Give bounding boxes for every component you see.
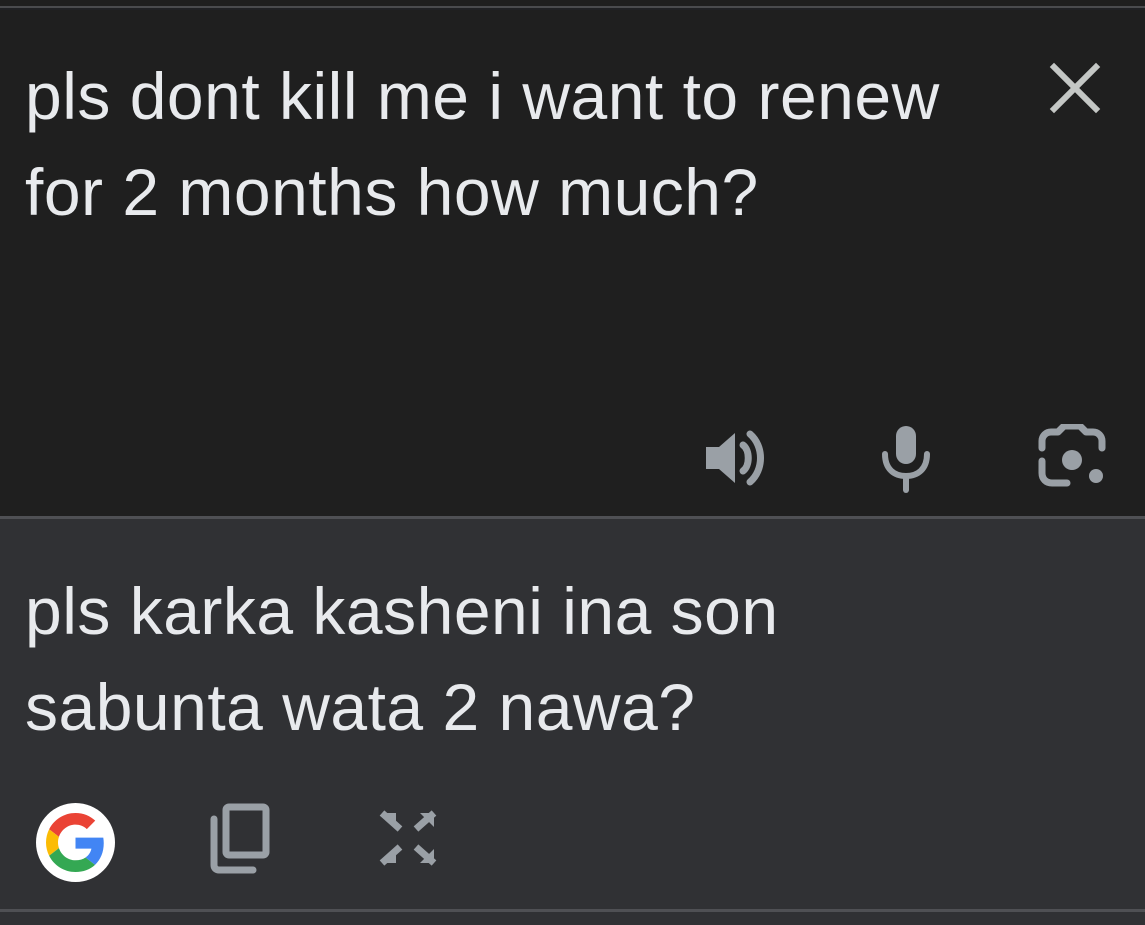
bottom-strip [0,912,1145,925]
microphone-icon[interactable] [876,422,936,494]
translation-result-panel: pls karka kasheni ina son sabunta wata 2… [0,519,1145,909]
copy-icon[interactable] [206,803,272,875]
source-text[interactable]: pls dont kill me i want to renew for 2 m… [25,48,1025,240]
close-icon[interactable] [1042,55,1108,121]
top-divider [0,0,1145,8]
fullscreen-icon[interactable] [372,805,444,871]
translated-text: pls karka kasheni ina son sabunta wata 2… [25,574,779,744]
speaker-icon[interactable] [700,424,772,492]
translate-screen: pls dont kill me i want to renew for 2 m… [0,0,1145,925]
source-text-panel[interactable]: pls dont kill me i want to renew for 2 m… [0,10,1145,516]
google-logo-icon [46,813,104,872]
camera-lens-icon[interactable] [1036,424,1108,490]
google-button[interactable] [36,803,115,882]
